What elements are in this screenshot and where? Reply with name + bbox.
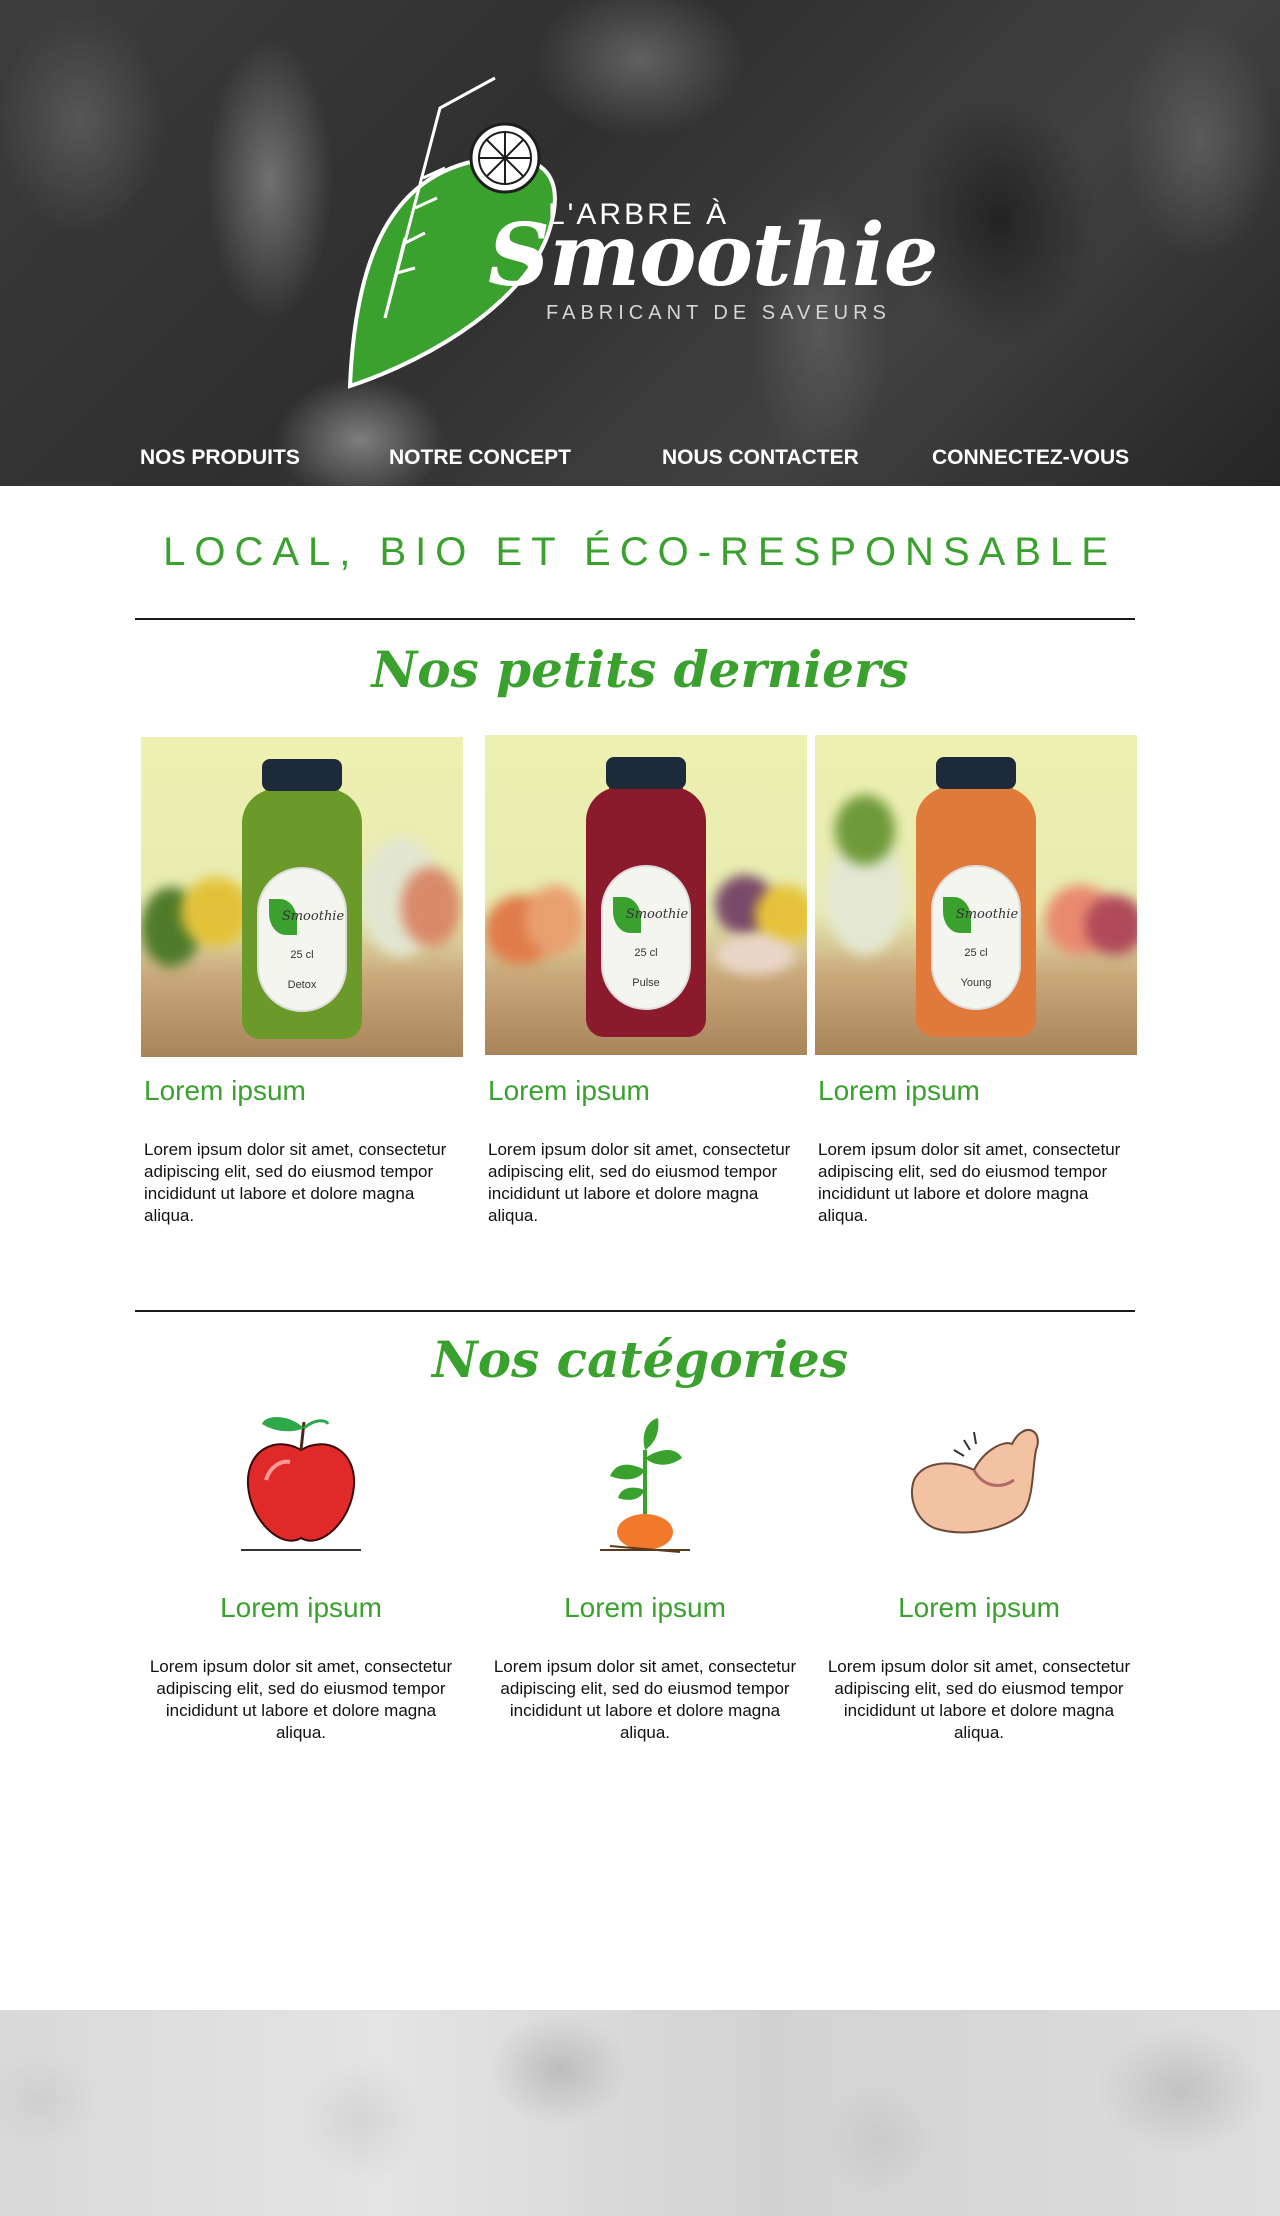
category-title[interactable]: Lorem ipsum xyxy=(141,1592,461,1624)
footer-background xyxy=(0,2010,1280,2216)
nav-item-login[interactable]: CONNECTEZ-VOUS xyxy=(932,446,1129,470)
category-title[interactable]: Lorem ipsum xyxy=(819,1592,1139,1624)
product-title[interactable]: Lorem ipsum xyxy=(488,1075,650,1107)
brand-name: Smoothie xyxy=(488,205,938,306)
nav-item-concept[interactable]: NOTRE CONCEPT xyxy=(389,446,571,470)
product-photo[interactable]: Smoothie 25 cl Pulse xyxy=(485,735,807,1055)
nav-item-products[interactable]: NOS PRODUITS xyxy=(140,446,300,470)
product-description: Lorem ipsum dolor sit amet, consectetur … xyxy=(488,1140,791,1225)
product-description: Lorem ipsum dolor sit amet, consectetur … xyxy=(818,1140,1121,1225)
apple-icon[interactable] xyxy=(226,1410,376,1560)
bottle-label: Smoothie 25 cl Young xyxy=(931,865,1021,1010)
brand-tagline: FABRICANT DE SAVEURS xyxy=(546,302,891,324)
bottle-label: Smoothie 25 cl Detox xyxy=(257,867,347,1012)
category-description: Lorem ipsum dolor sit amet, consectetur … xyxy=(493,1657,797,1742)
product-title[interactable]: Lorem ipsum xyxy=(818,1075,980,1107)
product-photo[interactable]: Smoothie 25 cl Detox xyxy=(141,737,463,1057)
bottle-label: Smoothie 25 cl Pulse xyxy=(601,865,691,1010)
categories-section-title: Nos catégories xyxy=(432,1330,848,1389)
main-nav: NOS PRODUITS NOTRE CONCEPT NOUS CONTACTE… xyxy=(0,446,1280,476)
product-title[interactable]: Lorem ipsum xyxy=(144,1075,306,1107)
hero-header: L'ARBRE À Smoothie FABRICANT DE SAVEURS … xyxy=(0,0,1280,486)
sprout-icon[interactable] xyxy=(570,1410,720,1560)
nav-item-contact[interactable]: NOUS CONTACTER xyxy=(662,446,859,470)
latest-section-title: Nos petits derniers xyxy=(371,640,909,699)
category-description: Lorem ipsum dolor sit amet, consectetur … xyxy=(149,1657,453,1742)
muscle-arm-icon[interactable] xyxy=(904,1410,1054,1560)
section-divider xyxy=(135,618,1135,620)
page-headline: LOCAL, BIO ET ÉCO-RESPONSABLE xyxy=(163,530,1117,574)
category-description: Lorem ipsum dolor sit amet, consectetur … xyxy=(827,1657,1131,1742)
section-divider xyxy=(135,1310,1135,1312)
product-photo[interactable]: Smoothie 25 cl Young xyxy=(815,735,1137,1055)
category-title[interactable]: Lorem ipsum xyxy=(485,1592,805,1624)
product-description: Lorem ipsum dolor sit amet, consectetur … xyxy=(144,1140,447,1225)
